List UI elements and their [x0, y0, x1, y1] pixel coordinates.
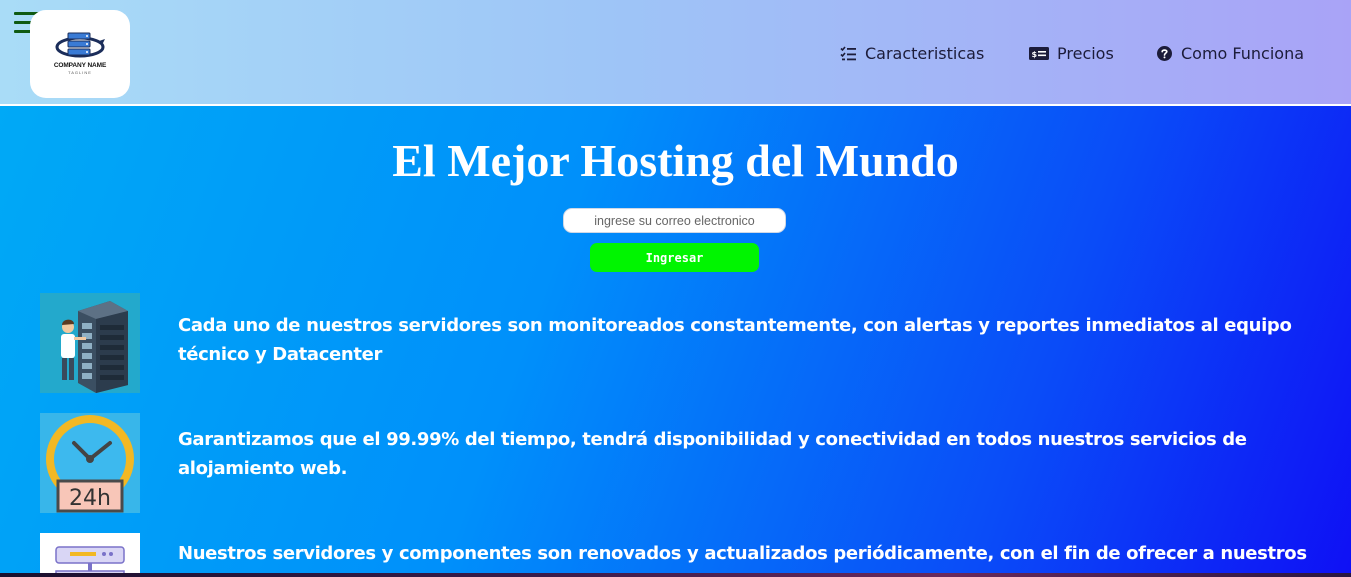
page-title: El Mejor Hosting del Mundo	[392, 135, 959, 186]
site-header: COMPANY NAME TAGLINE Caracteristicas $ P…	[0, 0, 1351, 106]
question-circle-icon	[1156, 45, 1173, 62]
company-logo[interactable]: COMPANY NAME TAGLINE	[30, 10, 130, 98]
nav-label: Precios	[1057, 43, 1114, 63]
nav-label: Como Funciona	[1181, 43, 1305, 63]
checklist-icon	[840, 45, 857, 62]
nav-item-precios[interactable]: $ Precios	[1029, 41, 1114, 65]
datacenter-technician-image	[40, 293, 140, 393]
svg-text:$: $	[1032, 50, 1038, 59]
ingresar-button[interactable]: Ingresar	[590, 243, 759, 272]
nav-label: Caracteristicas	[865, 43, 985, 63]
logo-company-name: COMPANY NAME	[53, 62, 107, 69]
nav-item-caracteristicas[interactable]: Caracteristicas	[840, 41, 984, 65]
feature-text-uptime: Garantizamos que el 99.99% del tiempo, t…	[178, 429, 1247, 479]
server-rack-image	[40, 533, 140, 577]
logo-tagline: TAGLINE	[68, 70, 92, 75]
clock-24h-image: 24h	[40, 413, 140, 513]
server-stack-logo-icon	[55, 32, 105, 58]
feature-text-renewal: Nuestros servidores y componentes son re…	[178, 543, 1307, 564]
price-tag-icon: $	[1029, 45, 1049, 62]
svg-text:24h: 24h	[69, 486, 111, 511]
nav-item-como-funciona[interactable]: Como Funciona	[1156, 41, 1304, 65]
email-field[interactable]	[563, 208, 786, 233]
bottom-strip	[0, 573, 1351, 577]
feature-text-monitoring: Cada uno de nuestros servidores son moni…	[178, 315, 1292, 365]
hero-section: El Mejor Hosting del Mundo Ingresar	[0, 106, 1351, 577]
